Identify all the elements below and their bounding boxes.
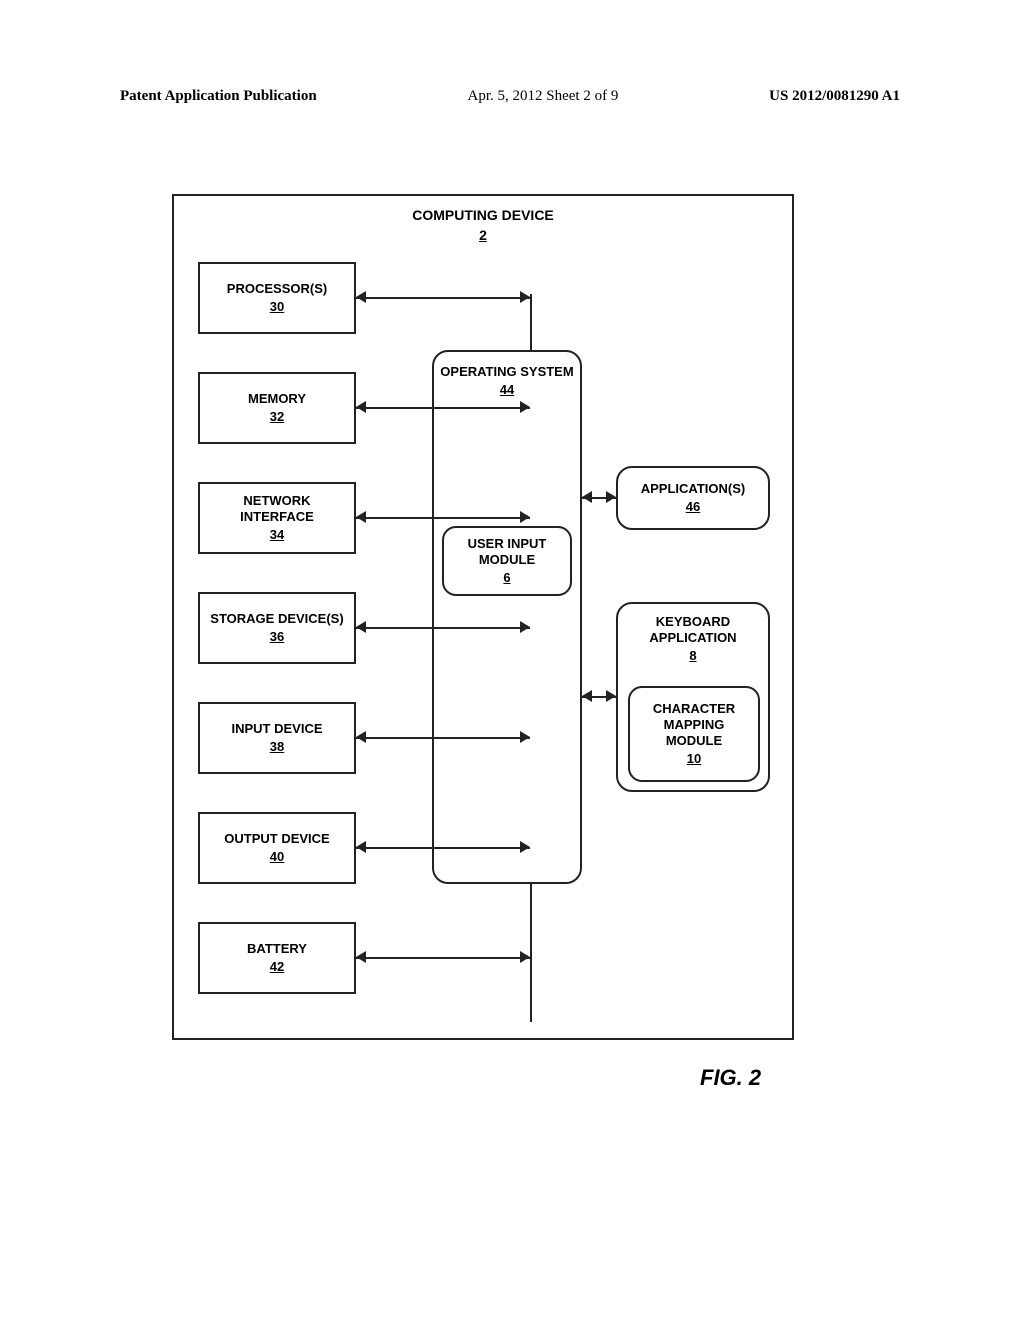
character-mapping-module-block: CHARACTER MAPPING MODULE 10 (628, 686, 760, 782)
connector-input-bus (356, 737, 530, 739)
applications-label: APPLICATION(S) (641, 481, 745, 497)
computing-device-label: COMPUTING DEVICE (412, 207, 554, 223)
user-input-module-block: USER INPUT MODULE 6 (442, 526, 572, 596)
operating-system-block: OPERATING SYSTEM 44 USER INPUT MODULE 6 (432, 350, 582, 884)
storage-device-block: STORAGE DEVICE(S) 36 (198, 592, 356, 664)
arrowhead-right-icon (520, 511, 530, 523)
battery-block: BATTERY 42 (198, 922, 356, 994)
memory-label: MEMORY (248, 391, 306, 407)
arrowhead-right-icon (520, 951, 530, 963)
keyboard-application-label: KEYBOARD APPLICATION (624, 614, 762, 646)
connector-processor-bus (356, 297, 530, 299)
character-mapping-module-ref: 10 (687, 751, 701, 767)
user-input-module-ref: 6 (503, 570, 510, 586)
processor-ref: 30 (270, 299, 284, 315)
processor-label: PROCESSOR(S) (227, 281, 327, 297)
operating-system-ref: 44 (500, 382, 514, 398)
page-header: Patent Application Publication Apr. 5, 2… (120, 88, 900, 105)
arrowhead-left-icon (356, 511, 366, 523)
header-date-sheet: Apr. 5, 2012 Sheet 2 of 9 (468, 88, 619, 105)
arrowhead-left-icon (356, 841, 366, 853)
input-device-label: INPUT DEVICE (231, 721, 322, 737)
network-interface-block: NETWORK INTERFACE 34 (198, 482, 356, 554)
computing-device-title: COMPUTING DEVICE 2 (174, 206, 792, 244)
character-mapping-module-label: CHARACTER MAPPING MODULE (636, 701, 752, 749)
arrowhead-right-icon (520, 731, 530, 743)
arrowhead-left-icon (356, 401, 366, 413)
input-device-ref: 38 (270, 739, 284, 755)
battery-ref: 42 (270, 959, 284, 975)
arrowhead-left-icon (356, 951, 366, 963)
arrowhead-left-icon (356, 621, 366, 633)
processor-block: PROCESSOR(S) 30 (198, 262, 356, 334)
connector-network-bus (356, 517, 530, 519)
network-interface-label: NETWORK INTERFACE (206, 493, 348, 525)
arrowhead-left-icon (356, 291, 366, 303)
computing-device-frame: COMPUTING DEVICE 2 PROCESSOR(S) 30 MEMOR… (172, 194, 794, 1040)
user-input-module-label: USER INPUT MODULE (450, 536, 564, 568)
arrowhead-right-icon (606, 491, 616, 503)
arrowhead-right-icon (520, 401, 530, 413)
computing-device-ref: 2 (479, 226, 487, 244)
network-interface-ref: 34 (270, 527, 284, 543)
connector-memory-bus (356, 407, 530, 409)
figure-label: FIG. 2 (700, 1065, 761, 1091)
header-publication-label: Patent Application Publication (120, 88, 317, 105)
header-publication-number: US 2012/0081290 A1 (769, 88, 900, 105)
output-device-ref: 40 (270, 849, 284, 865)
arrowhead-right-icon (606, 690, 616, 702)
output-device-label: OUTPUT DEVICE (224, 831, 329, 847)
memory-block: MEMORY 32 (198, 372, 356, 444)
applications-block: APPLICATION(S) 46 (616, 466, 770, 530)
arrowhead-left-icon (356, 731, 366, 743)
arrowhead-right-icon (520, 291, 530, 303)
arrowhead-left-icon (582, 690, 592, 702)
keyboard-application-block: KEYBOARD APPLICATION 8 CHARACTER MAPPING… (616, 602, 770, 792)
arrowhead-right-icon (520, 621, 530, 633)
battery-label: BATTERY (247, 941, 307, 957)
input-device-block: INPUT DEVICE 38 (198, 702, 356, 774)
connector-storage-bus (356, 627, 530, 629)
arrowhead-right-icon (520, 841, 530, 853)
operating-system-label: OPERATING SYSTEM (440, 364, 573, 380)
connector-output-bus (356, 847, 530, 849)
keyboard-application-ref: 8 (689, 648, 696, 664)
applications-ref: 46 (686, 499, 700, 515)
connector-battery-bus (356, 957, 530, 959)
output-device-block: OUTPUT DEVICE 40 (198, 812, 356, 884)
memory-ref: 32 (270, 409, 284, 425)
storage-device-label: STORAGE DEVICE(S) (210, 611, 343, 627)
storage-device-ref: 36 (270, 629, 284, 645)
arrowhead-left-icon (582, 491, 592, 503)
